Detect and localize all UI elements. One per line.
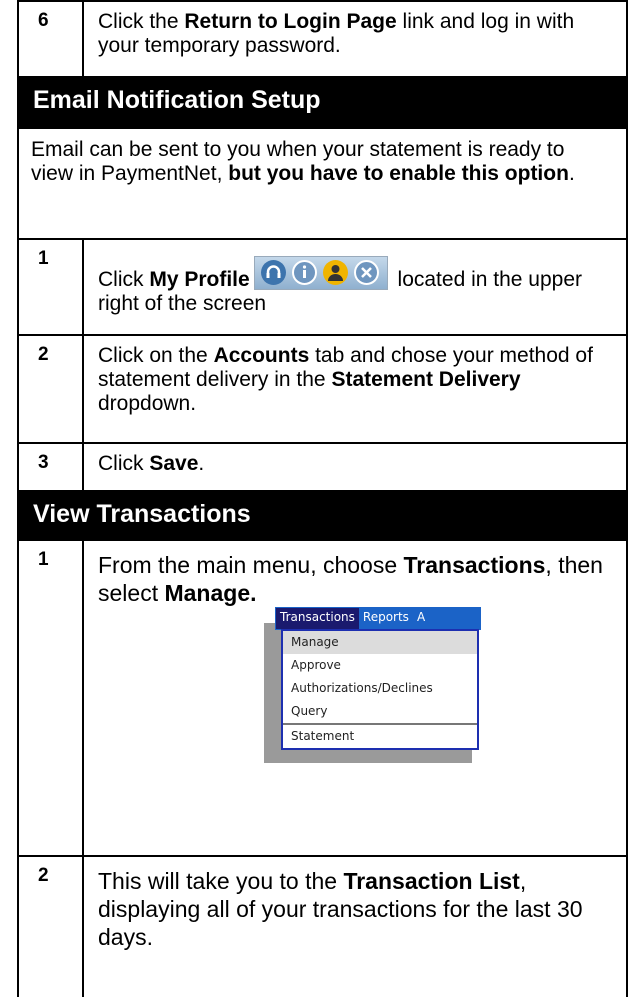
menu-item-approve[interactable]: Approve [283, 654, 477, 677]
step-row-manage-transactions: 1 From the main menu, choose Transaction… [17, 541, 628, 857]
step-number: 3 [19, 444, 84, 490]
main-menu-bar: Transactions Reports A [275, 607, 481, 630]
step-number: 1 [19, 541, 84, 855]
close-icon [353, 260, 379, 285]
step-number: 2 [19, 857, 84, 997]
menu-transactions[interactable]: Transactions [276, 608, 359, 629]
menu-reports[interactable]: Reports [359, 608, 413, 629]
step-row-return-login: 6 Click the Return to Login Page link an… [17, 0, 628, 78]
step-number: 6 [19, 2, 84, 76]
profile-toolbar-icons [253, 256, 388, 290]
step-text: Click the Return to Login Page link and … [98, 10, 575, 57]
menu-item-manage[interactable]: Manage [283, 631, 477, 654]
menu-item-query[interactable]: Query [283, 700, 477, 723]
step-text: This will take you to the Transaction Li… [98, 868, 583, 950]
info-icon [291, 260, 317, 285]
step-text: From the main menu, choose Transactions,… [98, 552, 603, 606]
step-row-my-profile: 1 Click My Profile located in the upper … [17, 240, 628, 336]
step-number: 2 [19, 336, 84, 442]
transactions-dropdown: Manage Approve Authorizations/Declines Q… [281, 629, 479, 750]
section-header-transactions: View Transactions [17, 492, 628, 541]
email-intro-paragraph: Email can be sent to you when your state… [17, 129, 628, 240]
menu-item-authorizations-declines[interactable]: Authorizations/Declines [283, 677, 477, 700]
step-text: Click Save. [98, 452, 205, 475]
section-header-email: Email Notification Setup [17, 78, 628, 129]
menu-truncated[interactable]: A [413, 608, 429, 629]
step-number: 1 [19, 240, 84, 334]
step-text: Click on the Accounts tab and chose your… [98, 344, 593, 415]
step-row-accounts: 2 Click on the Accounts tab and chose yo… [17, 336, 628, 444]
menu-item-statement[interactable]: Statement [283, 723, 477, 748]
headset-icon [260, 260, 286, 285]
step-row-save: 3 Click Save. [17, 444, 628, 492]
return-login-link-label: Return to Login Page [184, 10, 397, 33]
instruction-document: 6 Click the Return to Login Page link an… [17, 0, 628, 997]
step-row-transaction-list: 2 This will take you to the Transaction … [17, 857, 628, 997]
profile-icon [322, 260, 348, 285]
step-text: Click My Profile located in the upper ri… [86, 240, 626, 316]
transactions-menu-screenshot: Transactions Reports A Manage Approve Au… [275, 607, 481, 750]
